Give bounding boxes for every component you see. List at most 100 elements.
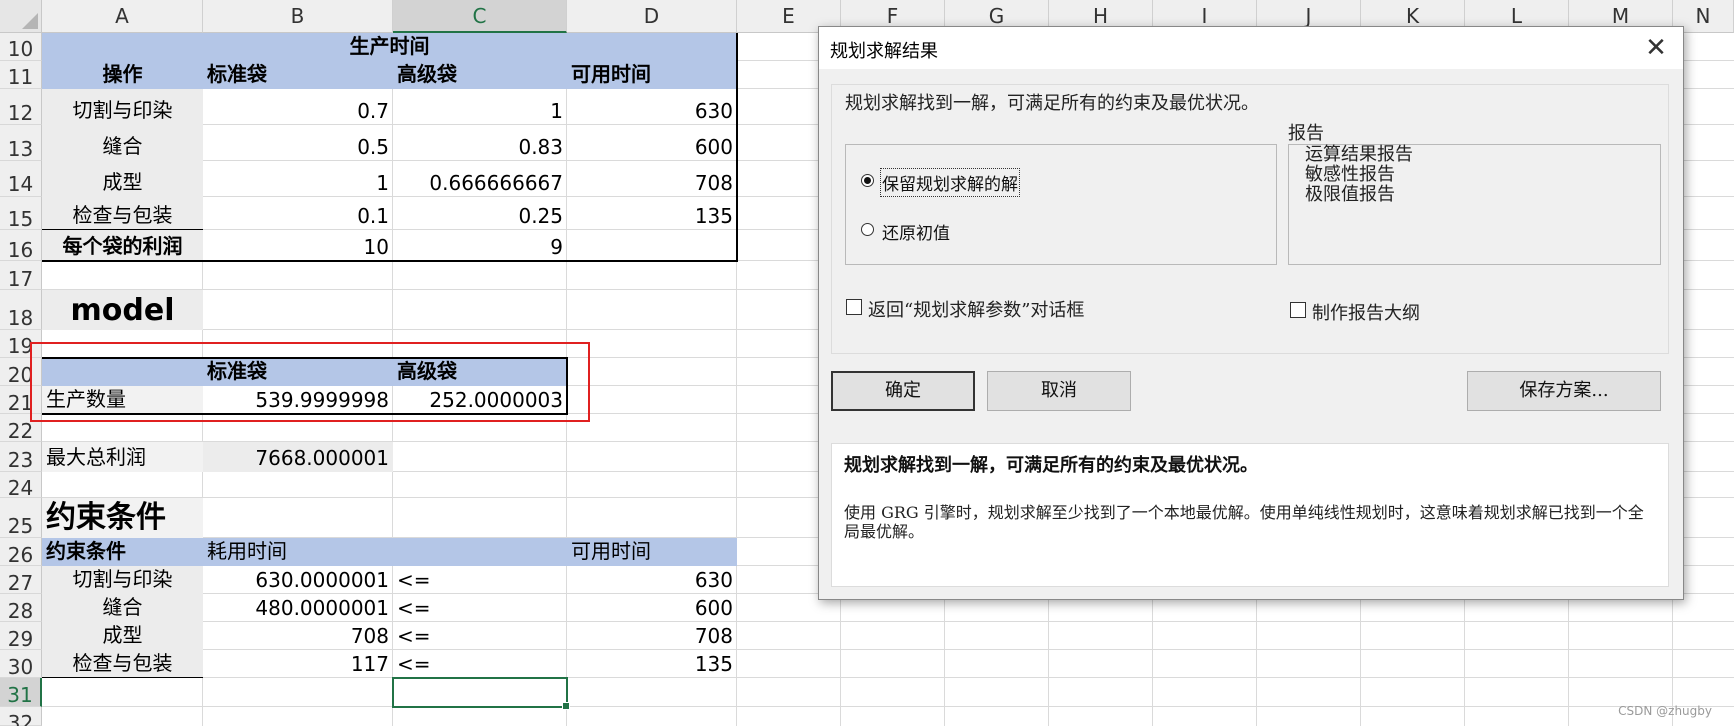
cell-d27[interactable]: 630 — [567, 566, 737, 594]
save-scenario-button[interactable]: 保存方案... — [1467, 371, 1661, 411]
row-header-16[interactable]: 16 — [0, 230, 42, 262]
cell-a30[interactable]: 检查与包装 — [42, 650, 203, 678]
table-border — [42, 229, 203, 230]
cell-b28[interactable]: 480.0000001 — [203, 594, 393, 622]
cell-b16[interactable]: 10 — [203, 230, 393, 261]
cell-b26[interactable]: 耗用时间 — [203, 538, 393, 566]
row-header-32[interactable]: 32 — [0, 707, 42, 726]
cell-a15[interactable]: 检查与包装 — [42, 197, 203, 230]
column-header-d[interactable]: D — [567, 0, 737, 33]
cell-c13[interactable]: 0.83 — [393, 125, 567, 161]
cell-d14[interactable]: 708 — [567, 161, 737, 197]
cell-d15[interactable]: 135 — [567, 197, 737, 230]
cell-b27[interactable]: 630.0000001 — [203, 566, 393, 594]
cell-b29[interactable]: 708 — [203, 622, 393, 650]
cell-a23[interactable]: 最大总利润 — [42, 442, 203, 472]
row-header-18[interactable]: 18 — [0, 290, 42, 330]
fill-handle[interactable] — [562, 702, 570, 710]
restore-values-radio[interactable] — [861, 223, 874, 236]
cell-c30[interactable]: <= — [393, 650, 567, 678]
row-header-11[interactable]: 11 — [0, 61, 42, 89]
cell-a29[interactable]: 成型 — [42, 622, 203, 650]
constraint-available: 135 — [694, 652, 733, 676]
column-header-c[interactable]: C — [393, 0, 567, 33]
keep-solution-radio[interactable] — [861, 174, 874, 187]
return-dialog-checkbox[interactable] — [846, 299, 862, 315]
row-header-26[interactable]: 26 — [0, 538, 42, 567]
row-header-17[interactable]: 17 — [0, 261, 42, 291]
row-header-14[interactable]: 14 — [0, 161, 42, 197]
row-header-25[interactable]: 25 — [0, 498, 42, 538]
cell-a18[interactable]: model — [42, 290, 203, 330]
cell-c14[interactable]: 0.666666667 — [393, 161, 567, 197]
row-header-28[interactable]: 28 — [0, 594, 42, 623]
cell-b12[interactable]: 0.7 — [203, 89, 393, 125]
cell-c16[interactable]: 9 — [393, 230, 567, 261]
cancel-button[interactable]: 取消 — [987, 371, 1131, 411]
cell-d29[interactable]: 708 — [567, 622, 737, 650]
keep-solution-label[interactable]: 保留规划求解的解 — [880, 168, 1020, 197]
cell-d30[interactable]: 135 — [567, 650, 737, 678]
cell-c28[interactable]: <= — [393, 594, 567, 622]
row-header-15[interactable]: 15 — [0, 197, 42, 231]
dialog-titlebar[interactable]: 规划求解结果 ✕ — [819, 27, 1683, 69]
constraint-available: 630 — [694, 568, 733, 592]
cell-a28[interactable]: 缝合 — [42, 594, 203, 622]
row-header-29[interactable]: 29 — [0, 622, 42, 651]
row-header-30[interactable]: 30 — [0, 650, 42, 679]
row-header-27[interactable]: 27 — [0, 566, 42, 595]
cell-a27[interactable]: 切割与印染 — [42, 566, 203, 594]
deluxe-time-value: 1 — [550, 99, 563, 123]
cell-d12[interactable]: 630 — [567, 89, 737, 125]
cell-d28[interactable]: 600 — [567, 594, 737, 622]
cell-a25[interactable]: 约束条件 — [42, 498, 203, 538]
cell-b30[interactable]: 117 — [203, 650, 393, 678]
report-item-answer[interactable]: 运算结果报告 — [1305, 145, 1413, 165]
ok-button[interactable]: 确定 — [831, 371, 975, 411]
operation-header: 操作 — [102, 62, 143, 86]
cell-d13[interactable]: 600 — [567, 125, 737, 161]
outline-reports-label[interactable]: 制作报告大纲 — [1312, 299, 1420, 325]
close-icon[interactable]: ✕ — [1641, 33, 1671, 63]
cell-d26[interactable]: 可用时间 — [567, 538, 737, 566]
reports-listbox[interactable]: 运算结果报告 敏感性报告 极限值报告 — [1288, 144, 1661, 265]
row-header-12[interactable]: 12 — [0, 89, 42, 125]
cell-a16[interactable]: 每个袋的利润 — [42, 230, 203, 261]
cell-c11[interactable]: 高级袋 — [393, 61, 567, 89]
cell-c29[interactable]: <= — [393, 622, 567, 650]
cell-a12[interactable]: 切割与印染 — [42, 89, 203, 125]
column-header-b[interactable]: B — [203, 0, 393, 33]
report-item-sensitivity[interactable]: 敏感性报告 — [1305, 165, 1395, 185]
restore-values-label[interactable]: 还原初值 — [882, 219, 950, 244]
report-item-limits[interactable]: 极限值报告 — [1305, 185, 1395, 205]
active-cell-c31[interactable] — [392, 677, 570, 710]
outline-reports-checkbox[interactable] — [1290, 302, 1306, 318]
cell-c15[interactable]: 0.25 — [393, 197, 567, 230]
cell-a13[interactable]: 缝合 — [42, 125, 203, 161]
cell-a14[interactable]: 成型 — [42, 161, 203, 197]
row-header-10[interactable]: 10 — [0, 33, 42, 61]
row-header-31[interactable]: 31 — [0, 678, 42, 707]
cell-c26[interactable] — [393, 538, 567, 566]
cell-b15[interactable]: 0.1 — [203, 197, 393, 230]
row-header-13[interactable]: 13 — [0, 125, 42, 161]
select-all-corner[interactable] — [0, 0, 42, 33]
cell-a26[interactable]: 约束条件 — [42, 538, 203, 566]
cell-c12[interactable]: 1 — [393, 89, 567, 125]
cell-b14[interactable]: 1 — [203, 161, 393, 197]
solver-results-dialog[interactable]: 规划求解结果 ✕ 规划求解找到一解，可满足所有的约束及最优状况。 报告 保留规划… — [818, 26, 1684, 600]
cell-b13[interactable]: 0.5 — [203, 125, 393, 161]
cell-a11[interactable]: 操作 — [42, 61, 203, 89]
column-header-a[interactable]: A — [42, 0, 203, 33]
watermark: CSDN @zhugby — [1618, 704, 1712, 718]
cell-d11[interactable]: 可用时间 — [567, 61, 737, 89]
cell-b11[interactable]: 标准袋 — [203, 61, 393, 89]
table-border — [42, 260, 737, 262]
row-header-24[interactable]: 24 — [0, 472, 42, 500]
return-dialog-label[interactable]: 返回“规划求解参数”对话框 — [868, 296, 1084, 322]
gridline — [42, 706, 1734, 707]
cell-c27[interactable]: <= — [393, 566, 567, 594]
cell-production-time-header[interactable]: 生产时间 — [42, 33, 737, 61]
cell-b23[interactable]: 7668.000001 — [203, 442, 393, 472]
row-header-23[interactable]: 23 — [0, 442, 42, 472]
